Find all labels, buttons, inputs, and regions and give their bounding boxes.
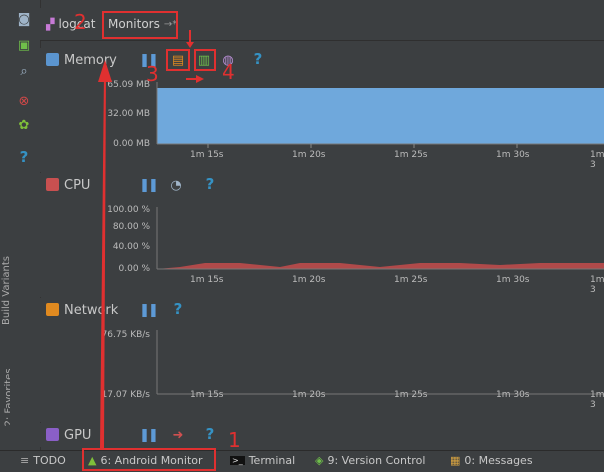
highlight-track-allocation [194, 49, 216, 71]
annotation-arrows [98, 30, 204, 448]
annotation-number: 4 [222, 60, 235, 84]
highlight-android-monitor [82, 448, 216, 471]
annotation-arrow-head [186, 42, 194, 48]
annotation-arrow-head [98, 60, 112, 82]
annotation-number: 2 [74, 10, 87, 34]
highlight-dump-heap [166, 49, 190, 71]
annotation-number: 1 [228, 428, 241, 452]
highlight-monitors-tab [102, 11, 178, 39]
annotation-number: 3 [146, 62, 159, 86]
annotation-arrow-line [100, 72, 106, 448]
annotation-arrow-head [196, 75, 204, 83]
